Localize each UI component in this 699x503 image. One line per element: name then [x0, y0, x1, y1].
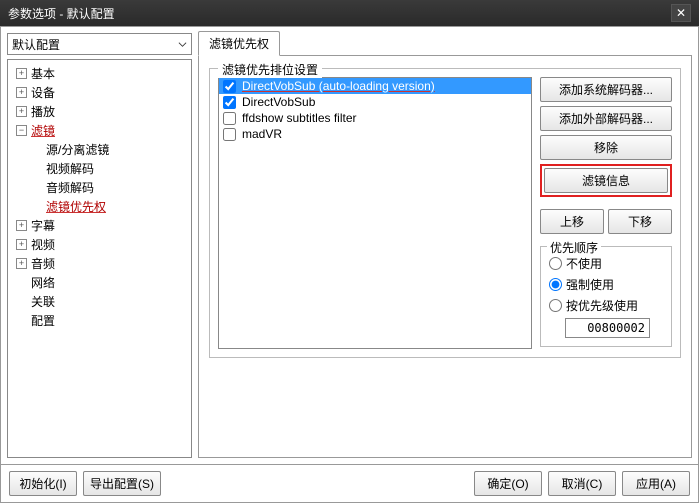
expand-icon[interactable]: +: [16, 87, 27, 98]
tree-item[interactable]: + 播放: [10, 102, 189, 121]
profile-selected: 默认配置: [12, 36, 60, 53]
groupbox-title: 滤镜优先排位设置: [218, 61, 322, 78]
expand-icon[interactable]: +: [16, 68, 27, 79]
add-system-decoder-button[interactable]: 添加系统解码器...: [540, 77, 672, 102]
tree-item[interactable]: −滤镜: [10, 121, 189, 140]
filter-row[interactable]: madVR: [219, 126, 531, 142]
expand-icon[interactable]: +: [16, 106, 27, 117]
radio-input[interactable]: [549, 257, 562, 270]
filter-groupbox: 滤镜优先排位设置 DirectVobSub (auto-loading vers…: [209, 68, 681, 358]
tree-item-label: 源/分离滤镜: [46, 141, 109, 158]
radio-input[interactable]: [549, 299, 562, 312]
add-external-decoder-button[interactable]: 添加外部解码器...: [540, 106, 672, 131]
export-button[interactable]: 导出配置(S): [83, 471, 161, 496]
tree-item[interactable]: 配置: [10, 311, 189, 330]
tree-item-label: 播放: [31, 103, 55, 120]
titlebar: 参数选项 - 默认配置 ✕: [0, 0, 699, 26]
collapse-icon[interactable]: −: [16, 125, 27, 136]
init-button[interactable]: 初始化(I): [9, 471, 77, 496]
tree-item-label: 滤镜: [31, 122, 55, 139]
window-title: 参数选项 - 默认配置: [8, 5, 115, 22]
tree-item-label: 基本: [31, 65, 55, 82]
filter-checkbox[interactable]: [223, 112, 236, 125]
tree-item-label: 关联: [31, 293, 55, 310]
priority-force-radio[interactable]: 强制使用: [549, 274, 663, 295]
expand-icon[interactable]: +: [16, 258, 27, 269]
filter-checkbox[interactable]: [223, 80, 236, 93]
tree-item-label: 配置: [31, 312, 55, 329]
tree-item-label: 音频: [31, 255, 55, 272]
filter-row[interactable]: ffdshow subtitles filter: [219, 110, 531, 126]
tree-item[interactable]: 音频解码: [10, 178, 189, 197]
filter-label: madVR: [242, 127, 282, 141]
nav-tree[interactable]: +基本+设备+播放−滤镜源/分离滤镜视频解码音频解码滤镜优先权+字幕+视频+音频…: [7, 59, 192, 458]
tree-item-label: 网络: [31, 274, 55, 291]
close-icon[interactable]: ✕: [671, 4, 691, 22]
tab-content: 滤镜优先排位设置 DirectVobSub (auto-loading vers…: [198, 55, 692, 458]
side-buttons: 添加系统解码器... 添加外部解码器... 移除 滤镜信息 上移 下移: [540, 77, 672, 349]
tree-item-label: 视频解码: [46, 160, 94, 177]
tabbar: 滤镜优先权: [198, 34, 692, 56]
tree-item[interactable]: + 字幕: [10, 216, 189, 235]
priority-value-input[interactable]: [565, 318, 650, 338]
priority-groupbox: 优先顺序 不使用 强制使用: [540, 246, 672, 347]
apply-button[interactable]: 应用(A): [622, 471, 690, 496]
tree-item[interactable]: + 设备: [10, 83, 189, 102]
tree-item[interactable]: 滤镜优先权: [10, 197, 189, 216]
tree-item-label: 设备: [31, 84, 55, 101]
expand-icon[interactable]: +: [16, 239, 27, 250]
filter-row[interactable]: DirectVobSub (auto-loading version): [219, 78, 531, 94]
radio-input[interactable]: [549, 278, 562, 291]
expand-icon[interactable]: +: [16, 220, 27, 231]
tree-item-label: 音频解码: [46, 179, 94, 196]
priority-level-radio[interactable]: 按优先级使用: [549, 295, 663, 316]
profile-select[interactable]: 默认配置: [7, 33, 192, 55]
right-panel: 滤镜优先权 滤镜优先排位设置 DirectVobSub (auto-loadin…: [198, 33, 692, 458]
footer: 初始化(I) 导出配置(S) 确定(O) 取消(C) 应用(A): [1, 464, 698, 502]
priority-disable-radio[interactable]: 不使用: [549, 253, 663, 274]
filter-label: DirectVobSub (auto-loading version): [242, 79, 435, 93]
filter-label: DirectVobSub: [242, 95, 315, 109]
tree-item[interactable]: + 基本: [10, 64, 189, 83]
move-up-button[interactable]: 上移: [540, 209, 604, 234]
chevron-down-icon: [178, 40, 187, 49]
tree-item[interactable]: + 音频: [10, 254, 189, 273]
filter-checkbox[interactable]: [223, 128, 236, 141]
tree-item[interactable]: 视频解码: [10, 159, 189, 178]
tree-item-label: 视频: [31, 236, 55, 253]
remove-button[interactable]: 移除: [540, 135, 672, 160]
highlight-box: 滤镜信息: [540, 164, 672, 197]
tree-item[interactable]: 网络: [10, 273, 189, 292]
tree-item[interactable]: 关联: [10, 292, 189, 311]
move-down-button[interactable]: 下移: [608, 209, 672, 234]
tree-item[interactable]: + 视频: [10, 235, 189, 254]
tree-item-label: 字幕: [31, 217, 55, 234]
cancel-button[interactable]: 取消(C): [548, 471, 616, 496]
filter-row[interactable]: DirectVobSub: [219, 94, 531, 110]
filter-label: ffdshow subtitles filter: [242, 111, 357, 125]
left-panel: 默认配置 +基本+设备+播放−滤镜源/分离滤镜视频解码音频解码滤镜优先权+字幕+…: [7, 33, 192, 458]
ok-button[interactable]: 确定(O): [474, 471, 542, 496]
tree-item[interactable]: 源/分离滤镜: [10, 140, 189, 159]
filter-list[interactable]: DirectVobSub (auto-loading version) Direc…: [218, 77, 532, 349]
priority-title: 优先顺序: [547, 239, 601, 256]
tree-item-label: 滤镜优先权: [46, 198, 106, 215]
dialog-body: 默认配置 +基本+设备+播放−滤镜源/分离滤镜视频解码音频解码滤镜优先权+字幕+…: [0, 26, 699, 503]
tab-filter-priority[interactable]: 滤镜优先权: [198, 31, 280, 56]
filter-checkbox[interactable]: [223, 96, 236, 109]
filter-info-button[interactable]: 滤镜信息: [544, 168, 668, 193]
